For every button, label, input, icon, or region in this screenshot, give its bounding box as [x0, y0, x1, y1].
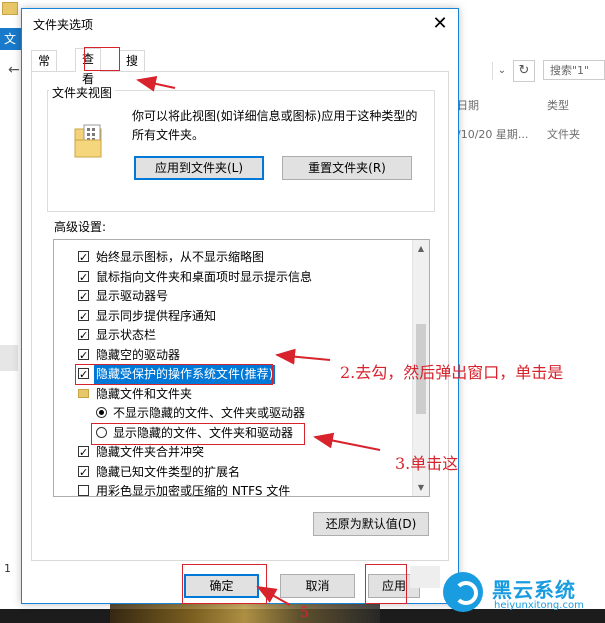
close-icon[interactable]: ✕ — [426, 11, 454, 37]
dialog-title: 文件夹选项 — [33, 18, 94, 32]
setting-label: 隐藏空的驱动器 — [96, 347, 181, 362]
advanced-setting-item[interactable]: 始终显示图标，从不显示缩略图 — [54, 248, 414, 267]
row-date-cell: /10/20 星期... — [457, 128, 529, 141]
setting-checkbox[interactable] — [78, 485, 89, 496]
setting-label: 始终显示图标，从不显示缩略图 — [96, 250, 265, 264]
reset-folders-button[interactable]: 重置文件夹(R) — [282, 156, 412, 180]
folder-icon — [78, 388, 89, 398]
setting-label: 隐藏文件和文件夹 — [96, 386, 193, 401]
setting-label: 隐藏已知文件类型的扩展名 — [96, 464, 241, 479]
advanced-setting-item[interactable]: 用彩色显示加密或压缩的 NTFS 文件 — [54, 482, 414, 497]
site-watermark: 黑云系统 heiyunxitong.com — [440, 570, 605, 618]
advanced-setting-item[interactable]: 显示驱动器号 — [54, 287, 414, 306]
advanced-setting-item[interactable]: 鼠标指向文件夹和桌面项时显示提示信息 — [54, 268, 414, 287]
advanced-setting-item[interactable]: 隐藏已知文件类型的扩展名 — [54, 463, 414, 482]
setting-checkbox[interactable] — [78, 463, 89, 482]
setting-label: 显示同步提供程序通知 — [96, 308, 217, 323]
advanced-setting-item[interactable]: 不显示隐藏的文件、文件夹或驱动器 — [54, 404, 414, 423]
back-arrow-icon[interactable]: ← — [8, 62, 20, 78]
address-dropdown-icon[interactable]: ⌄ — [492, 62, 511, 80]
tab-general[interactable]: 常规 — [31, 50, 58, 88]
tab-view-highlight-box — [84, 47, 120, 71]
setting-label: 显示状态栏 — [96, 328, 157, 342]
apply-button-highlight-box — [365, 564, 407, 604]
advanced-setting-item[interactable]: 隐藏文件夹合并冲突 — [54, 443, 414, 462]
setting-checkbox[interactable] — [78, 326, 89, 345]
folder-view-icon — [74, 124, 102, 158]
setting-checkbox[interactable] — [78, 287, 89, 306]
column-header-type[interactable]: 类型 — [547, 97, 569, 113]
blurred-region — [410, 566, 440, 588]
setting-label: 不显示隐藏的文件、文件夹或驱动器 — [113, 406, 306, 420]
folder-options-dialog: 文件夹选项 ✕ 常规 查看 搜索 文件夹视图 你可以将此视图(如详细信息或图标)… — [21, 8, 459, 604]
dialog-titlebar: 文件夹选项 ✕ — [22, 9, 458, 39]
watermark-logo-icon — [443, 572, 483, 612]
setting-label: 显示驱动器号 — [96, 289, 169, 303]
item-count: 1 — [4, 562, 11, 575]
setting-checkbox[interactable] — [78, 268, 89, 287]
advanced-setting-item[interactable]: 显示同步提供程序通知 — [54, 307, 414, 326]
tab-search[interactable]: 搜索 — [119, 50, 146, 88]
scroll-up-icon[interactable]: ▲ — [413, 240, 429, 257]
annotation-step-5: 5 — [300, 605, 309, 621]
annotation-step-3: 3.单击这 — [395, 454, 459, 473]
search-box[interactable]: 搜索"1" — [543, 60, 605, 80]
nav-pane-selection — [0, 345, 18, 371]
advanced-settings-label: 高级设置: — [54, 220, 107, 234]
apply-to-folders-button[interactable]: 应用到文件夹(L) — [134, 156, 264, 180]
cancel-button[interactable]: 取消 — [280, 574, 355, 598]
row-type-cell: 文件夹 — [547, 128, 580, 141]
folder-view-description: 你可以将此视图(如详细信息或图标)应用于这种类型的所有文件夹。 — [132, 109, 418, 142]
advanced-setting-item[interactable]: 隐藏文件和文件夹 — [54, 385, 414, 404]
setting-radio[interactable] — [96, 407, 107, 418]
setting-label: 鼠标指向文件夹和桌面项时显示提示信息 — [96, 269, 313, 284]
setting-checkbox[interactable] — [78, 443, 89, 462]
restore-defaults-button[interactable]: 还原为默认值(D) — [313, 512, 429, 536]
refresh-icon[interactable]: ↻ — [513, 60, 535, 82]
ok-button-highlight-box — [182, 564, 267, 604]
column-header-date[interactable]: 日期 — [457, 97, 479, 113]
protected-files-highlight-box — [75, 364, 273, 385]
watermark-title: 黑云系统 — [492, 578, 576, 602]
annotation-step-2: 2.去勾，然后弹出窗口，单击是 — [340, 363, 564, 382]
advanced-setting-item[interactable]: 显示状态栏 — [54, 326, 414, 345]
setting-checkbox[interactable] — [78, 307, 89, 326]
setting-checkbox[interactable] — [78, 248, 89, 267]
setting-checkbox[interactable] — [78, 346, 89, 365]
folder-icon — [2, 2, 18, 15]
scroll-down-icon[interactable]: ▼ — [413, 479, 429, 496]
setting-label: 用彩色显示加密或压缩的 NTFS 文件 — [96, 484, 291, 497]
show-hidden-highlight-box — [91, 422, 305, 445]
setting-label: 隐藏文件夹合并冲突 — [96, 445, 205, 459]
watermark-url: heiyunxitong.com — [494, 600, 584, 611]
